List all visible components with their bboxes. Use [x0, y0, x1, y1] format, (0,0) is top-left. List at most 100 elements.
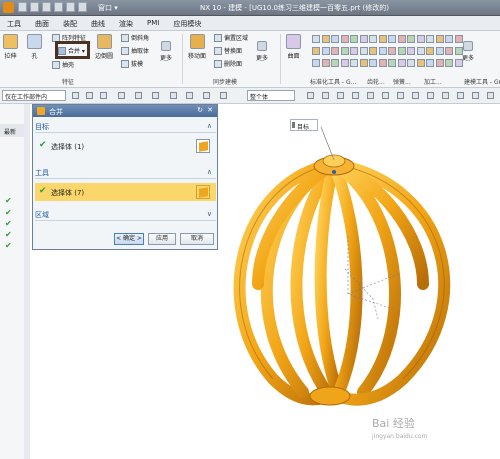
snap-arc-icon[interactable]: [427, 92, 434, 99]
vector-icon[interactable]: [186, 92, 193, 99]
tool-icon[interactable]: [378, 35, 387, 43]
target-select-row[interactable]: ✔ 选择体 (1): [35, 137, 216, 155]
hole-button[interactable]: 孔: [27, 34, 42, 60]
tool-icon[interactable]: [340, 47, 349, 55]
more-features-button[interactable]: 更多: [160, 41, 172, 62]
tool-icon[interactable]: [416, 59, 425, 67]
draft-button[interactable]: 拔模: [121, 59, 143, 68]
tool-icon[interactable]: [378, 47, 387, 55]
extract-body-button[interactable]: 抽取体: [121, 46, 149, 55]
tool-icon[interactable]: [388, 59, 396, 67]
point-icon[interactable]: [170, 92, 177, 99]
check-icon[interactable]: ✔: [5, 220, 13, 228]
check-icon[interactable]: ✔: [5, 242, 13, 250]
apply-button[interactable]: 应用: [148, 233, 176, 245]
close-icon[interactable]: ✕: [207, 106, 213, 114]
snap-end-icon[interactable]: [307, 92, 314, 99]
snap-quadrant-icon[interactable]: [382, 92, 389, 99]
menu-surface[interactable]: 曲面: [28, 16, 56, 30]
offset-region-button[interactable]: 偏置区域: [214, 33, 248, 42]
tool-icon[interactable]: [378, 59, 387, 67]
delete-face-button[interactable]: 删除面: [214, 59, 242, 68]
tool-icon[interactable]: [359, 35, 368, 43]
tool-icon[interactable]: [445, 35, 453, 43]
tool-icon[interactable]: [454, 59, 463, 67]
window-menu[interactable]: 窗口 ▾: [98, 3, 118, 13]
tool-icon[interactable]: [426, 59, 434, 67]
move-face-button[interactable]: 移动面: [188, 34, 206, 60]
cut-icon[interactable]: [54, 2, 63, 12]
ok-button[interactable]: < 确定 >: [114, 233, 144, 245]
tool-icon[interactable]: [397, 35, 406, 43]
chain-icon[interactable]: [152, 92, 159, 99]
save-icon[interactable]: [18, 2, 27, 12]
region-section-header[interactable]: 区域 ∨: [35, 210, 216, 221]
snap-icon[interactable]: [100, 92, 107, 99]
check-icon[interactable]: ✔: [5, 231, 13, 239]
tool-icon[interactable]: [445, 47, 453, 55]
menu-pmi[interactable]: PMI: [140, 16, 166, 30]
undo-icon[interactable]: [30, 2, 39, 12]
tool-icon[interactable]: [407, 47, 415, 55]
replace-face-button[interactable]: 替换面: [214, 46, 242, 55]
tool-icon[interactable]: [397, 59, 406, 67]
tool-icon[interactable]: [312, 59, 320, 67]
tool-icon[interactable]: [435, 47, 444, 55]
reset-icon[interactable]: ↻: [197, 106, 203, 114]
snap-bounded-icon[interactable]: [472, 92, 479, 99]
cancel-button[interactable]: 取消: [180, 233, 214, 245]
menu-application[interactable]: 应用模块: [166, 16, 208, 30]
tool-icon[interactable]: [426, 47, 434, 55]
tool-section-header[interactable]: 工具 ∧: [35, 168, 216, 179]
navigator-scrollbar[interactable]: [24, 104, 30, 459]
snap-face-icon[interactable]: [457, 92, 464, 99]
snap-point-icon[interactable]: [412, 92, 419, 99]
tool-icon[interactable]: [435, 35, 444, 43]
snap-pole-icon[interactable]: [367, 92, 374, 99]
scope-dropdown[interactable]: 整个体: [247, 90, 295, 101]
menu-assembly[interactable]: 装配: [56, 16, 84, 30]
tool-icon[interactable]: [340, 35, 349, 43]
lasso-icon[interactable]: [118, 92, 125, 99]
tool-icon[interactable]: [369, 47, 377, 55]
tool-icon[interactable]: [407, 35, 415, 43]
tool-icon[interactable]: [340, 59, 349, 67]
tool-icon[interactable]: [331, 59, 339, 67]
menu-tools[interactable]: 工具: [0, 16, 28, 30]
intent-icon[interactable]: [220, 92, 227, 99]
tool-icon[interactable]: [388, 47, 396, 55]
tool-icon[interactable]: [416, 47, 425, 55]
snap-mid-icon[interactable]: [322, 92, 329, 99]
tool-icon[interactable]: [454, 47, 463, 55]
tool-icon[interactable]: [331, 47, 339, 55]
shell-button[interactable]: 抽壳: [52, 60, 74, 69]
tool-icon[interactable]: [416, 35, 425, 43]
tool-icon[interactable]: [369, 35, 377, 43]
snap-center-icon[interactable]: [337, 92, 344, 99]
tool-icon[interactable]: [321, 59, 330, 67]
target-section-header[interactable]: 目标 ∧: [35, 122, 216, 133]
surface-button[interactable]: 曲面: [286, 34, 301, 60]
snap-tangent-icon[interactable]: [352, 92, 359, 99]
more-sync-button[interactable]: 更多: [256, 41, 268, 62]
edge-blend-button[interactable]: 边倒圆: [95, 34, 113, 60]
graphics-viewport[interactable]: [218, 104, 500, 459]
tool-icon[interactable]: [454, 35, 463, 43]
check-icon[interactable]: ✔: [5, 197, 13, 205]
tool-icon[interactable]: [331, 35, 339, 43]
redo-icon[interactable]: [42, 2, 51, 12]
more-tools-button[interactable]: 更多: [462, 41, 474, 62]
select-body-icon[interactable]: [196, 185, 210, 199]
tool-icon[interactable]: [397, 47, 406, 55]
select-icon[interactable]: [86, 92, 93, 99]
snap-control-icon[interactable]: [442, 92, 449, 99]
filter-icon[interactable]: [72, 92, 79, 99]
tool-icon[interactable]: [321, 47, 330, 55]
snap-extra-icon[interactable]: [487, 92, 494, 99]
menu-render[interactable]: 渲染: [112, 16, 140, 30]
tool-icon[interactable]: [445, 59, 453, 67]
chamfer-button[interactable]: 倒斜角: [121, 33, 149, 42]
tool-icon[interactable]: [312, 47, 320, 55]
tool-icon[interactable]: [359, 59, 368, 67]
copy-icon[interactable]: [66, 2, 75, 12]
